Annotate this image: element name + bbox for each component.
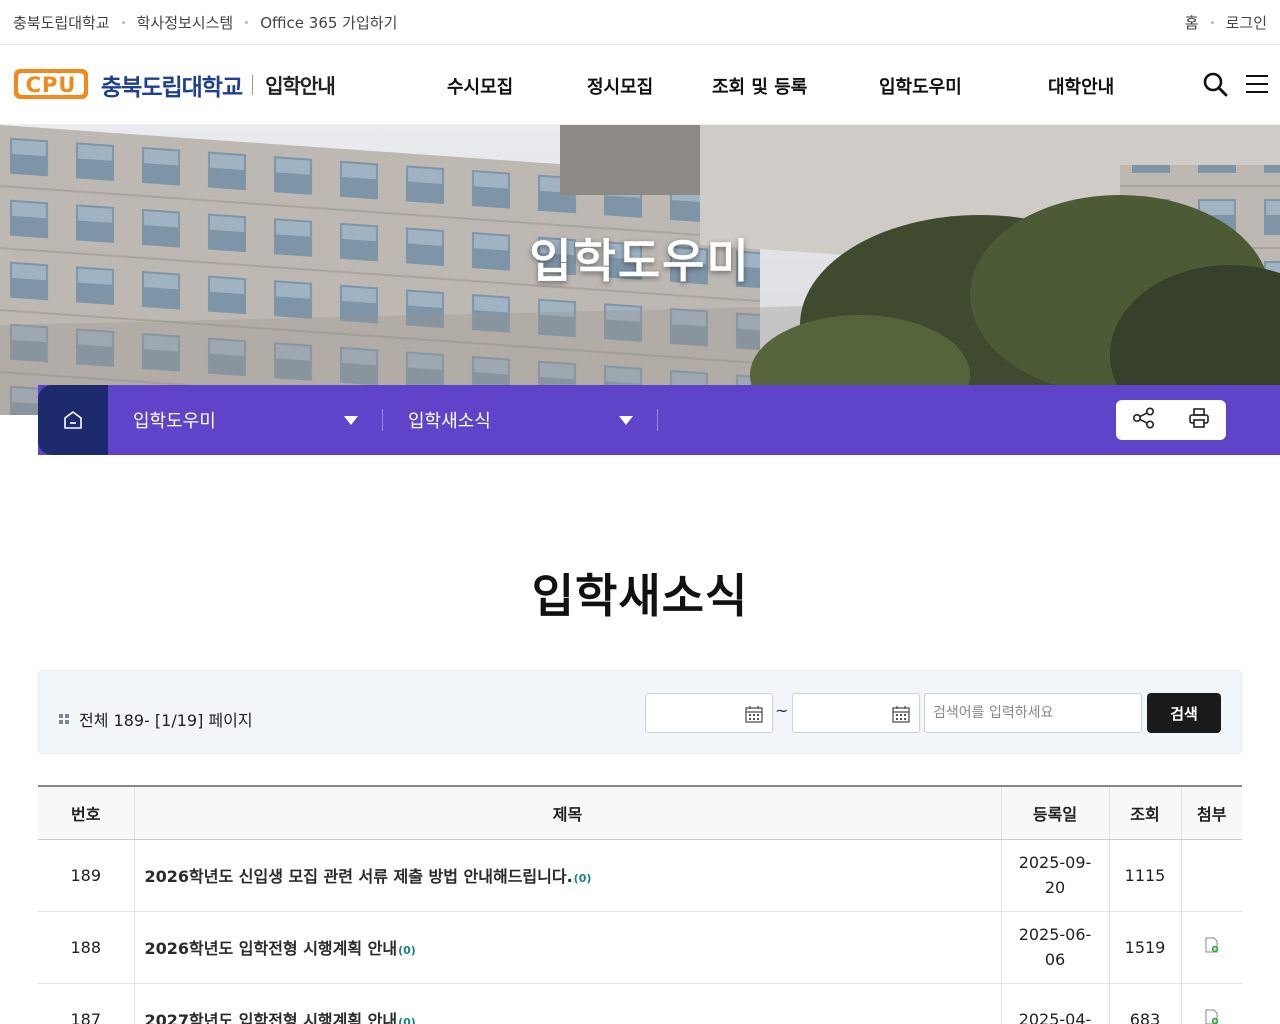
notice-board-table: 번호 제목 등록일 조회 첨부 189 2026학년도 신입생 모집 관련 서류… [38, 785, 1242, 1024]
post-date-part1: 2025-09- [1018, 853, 1092, 872]
post-views: 683 [1108, 983, 1181, 1024]
search-icon[interactable] [1202, 71, 1228, 97]
post-date: 2025-04- [1000, 983, 1109, 1024]
location-depth2-label: 입학새소식 [408, 411, 491, 432]
post-number: 187 [38, 983, 134, 1024]
end-date-input[interactable] [792, 693, 920, 733]
svg-text:CPU: CPU [26, 73, 77, 97]
comment-count: (0) [573, 872, 592, 885]
post-title-link[interactable]: 2027학년도 입학전형 시행계획 안내 [145, 1011, 398, 1024]
column-header-title: 제목 [133, 785, 1001, 840]
home-button[interactable] [38, 385, 108, 455]
chevron-down-icon [344, 415, 358, 425]
location-tools [1116, 400, 1226, 440]
login-link[interactable]: 로그인 [1226, 12, 1267, 33]
column-header-date: 등록일 [1000, 785, 1109, 840]
attachment-file-icon[interactable] [1205, 1009, 1219, 1024]
post-date-part1: 2025-06- [1018, 925, 1092, 944]
header-tools [1202, 71, 1270, 97]
utility-links: 충북도립대학교 학사정보시스템 Office 365 가입하기 [13, 12, 397, 33]
post-date: 2025-06- 06 [1000, 911, 1109, 984]
table-row: 189 2026학년도 신입생 모집 관련 서류 제출 방법 안내해드립니다.(… [38, 839, 1242, 912]
nav-helper[interactable]: 입학도우미 [879, 73, 962, 99]
utility-bar: 충북도립대학교 학사정보시스템 Office 365 가입하기 홈 로그인 [0, 0, 1280, 45]
search-button[interactable]: 검색 [1147, 693, 1221, 733]
logo-mark-icon: CPU [13, 66, 89, 104]
post-views: 1519 [1108, 911, 1181, 984]
location-depth1-select[interactable]: 입학도우미 [108, 385, 383, 455]
post-title-cell: 2027학년도 입학전형 시행계획 안내(0) [133, 983, 1001, 1024]
separator-dot [1210, 20, 1214, 24]
post-title-cell: 2026학년도 신입생 모집 관련 서류 제출 방법 안내해드립니다.(0) [133, 839, 1001, 912]
date-range-separator: ~ [775, 701, 789, 720]
post-date-part1: 2025-04- [1018, 1009, 1092, 1024]
location-bar: 입학도우미 입학새소식 [38, 385, 1280, 455]
post-views: 1115 [1108, 839, 1181, 912]
separator-dot [121, 20, 125, 24]
location-depth1-label: 입학도우미 [133, 411, 216, 432]
calendar-icon[interactable] [891, 704, 911, 724]
post-title-link[interactable]: 2026학년도 신입생 모집 관련 서류 제출 방법 안내해드립니다. [145, 867, 573, 886]
link-academic-system[interactable]: 학사정보시스템 [137, 12, 234, 33]
print-icon[interactable] [1188, 407, 1210, 433]
table-row: 188 2026학년도 입학전형 시행계획 안내(0) 2025-06- 06 1… [38, 911, 1242, 984]
chevron-down-icon [619, 415, 633, 425]
board-search-panel: 전체 189- [1/19] 페이지 ~ 검색 [38, 670, 1242, 754]
attachment-file-icon[interactable] [1205, 937, 1219, 953]
site-header: CPU 충북도립대학교 입학안내 수시모집 정시모집 조회 및 등록 입학도우미… [0, 45, 1280, 125]
site-name: 입학안내 [265, 74, 336, 98]
hero-banner: 입학도우미 [0, 125, 1280, 415]
keyword-search-input[interactable] [924, 693, 1142, 733]
post-attachment [1180, 839, 1242, 912]
nav-inquiry[interactable]: 조회 및 등록 [712, 73, 807, 99]
post-number: 188 [38, 911, 134, 984]
table-header-row: 번호 제목 등록일 조회 첨부 [38, 785, 1242, 840]
post-date-part2: 20 [1044, 878, 1066, 897]
table-row: 187 2027학년도 입학전형 시행계획 안내(0) 2025-04- 683 [38, 983, 1242, 1024]
nav-jeongsi[interactable]: 정시모집 [587, 73, 653, 99]
column-header-views: 조회 [1108, 785, 1181, 840]
link-office365[interactable]: Office 365 가입하기 [260, 12, 397, 33]
logo-divider [252, 74, 254, 95]
start-date-input[interactable] [645, 693, 773, 733]
separator-dot [245, 20, 249, 24]
post-date: 2025-09- 20 [1000, 839, 1109, 912]
share-icon[interactable] [1132, 407, 1156, 433]
site-logo[interactable]: CPU 충북도립대학교 입학안내 [13, 66, 336, 104]
location-depth2-select[interactable]: 입학새소식 [383, 385, 658, 455]
hero-title: 입학도우미 [529, 234, 751, 288]
menu-icon[interactable] [1244, 71, 1270, 97]
post-attachment [1180, 911, 1242, 984]
school-name: 충북도립대학교 [101, 74, 243, 101]
post-title-cell: 2026학년도 입학전형 시행계획 안내(0) [133, 911, 1001, 984]
comment-count: (0) [398, 944, 416, 957]
grid-icon [59, 714, 69, 724]
calendar-icon[interactable] [744, 704, 764, 724]
nav-about[interactable]: 대학안내 [1048, 73, 1114, 99]
link-school-home[interactable]: 충북도립대학교 [13, 12, 110, 33]
home-link[interactable]: 홈 [1185, 12, 1199, 33]
post-count: 전체 189- [1/19] 페이지 [59, 707, 253, 731]
column-header-attachment: 첨부 [1180, 785, 1242, 840]
page-title: 입학새소식 [531, 569, 749, 623]
column-header-number: 번호 [38, 785, 134, 840]
comment-count: (0) [398, 1016, 416, 1024]
utility-right: 홈 로그인 [1185, 12, 1267, 33]
post-title-link[interactable]: 2026학년도 입학전형 시행계획 안내 [145, 939, 398, 958]
post-date-part2: 06 [1044, 950, 1066, 969]
home-icon [64, 411, 82, 429]
nav-susi[interactable]: 수시모집 [447, 73, 513, 99]
post-attachment [1180, 983, 1242, 1024]
post-number: 189 [38, 839, 134, 912]
post-count-text: 전체 189- [1/19] 페이지 [79, 711, 253, 730]
